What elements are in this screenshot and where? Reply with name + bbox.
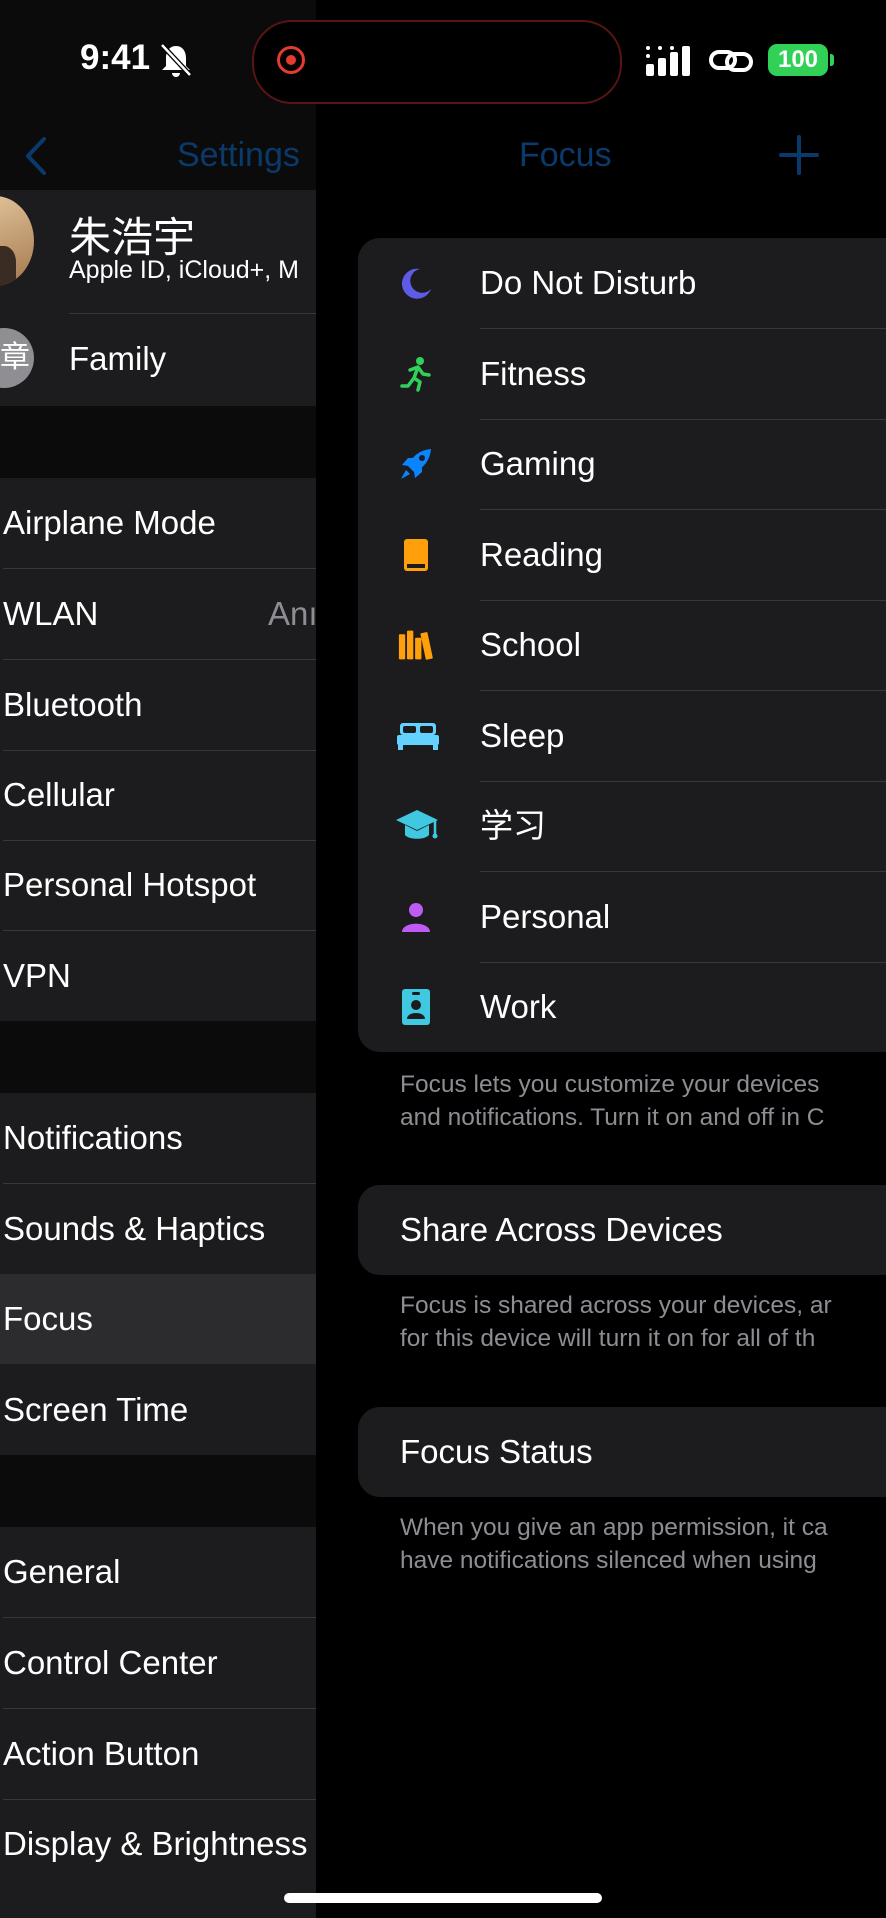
focus-label: Gaming (480, 445, 596, 482)
focus-modes-list: Do Not Disturb Fitness Gaming Reading Sc… (358, 238, 886, 1052)
row-label: General (3, 1553, 121, 1590)
focus-label: Do Not Disturb (480, 264, 697, 301)
dynamic-island[interactable] (252, 20, 622, 104)
family-label[interactable]: Family (69, 314, 166, 404)
focus-row-gaming[interactable]: Gaming (358, 419, 886, 509)
row-label: Focus (3, 1300, 93, 1337)
plus-icon (779, 135, 819, 175)
settings-row-notifications[interactable]: Notifications (0, 1093, 316, 1183)
battery-tip (830, 54, 834, 66)
focus-status-note: When you give an app permission, it ca h… (400, 1511, 886, 1577)
focus-row-do-not-disturb[interactable]: Do Not Disturb (358, 238, 886, 328)
focus-label: Personal (480, 898, 611, 935)
battery-indicator: 100 (768, 44, 828, 76)
moon-icon (398, 265, 434, 301)
focus-row-work[interactable]: Work (358, 962, 886, 1052)
book-icon (398, 537, 434, 573)
connectivity-group: Airplane Mode WLAN Anı Bluetooth Cellula… (0, 478, 316, 1021)
settings-row-focus[interactable]: Focus (0, 1274, 316, 1364)
bed-icon (396, 718, 440, 754)
focus-status-label: Focus Status (400, 1433, 593, 1470)
settings-row-display-brightness[interactable]: Display & Brightness (0, 1799, 316, 1889)
row-label: Screen Time (3, 1391, 189, 1428)
row-label: Bluetooth (3, 686, 143, 723)
add-focus-button[interactable] (778, 134, 820, 176)
note-line: have notifications silenced when using (400, 1547, 817, 1574)
settings-row-wlan[interactable]: WLAN Anı (0, 569, 316, 659)
row-label: Personal Hotspot (3, 866, 257, 903)
books-icon (398, 627, 434, 663)
focus-row-study[interactable]: 学习 (358, 781, 886, 871)
family-avatar-char: 章 (0, 341, 30, 374)
focus-row-sleep[interactable]: Sleep (358, 691, 886, 781)
focus-description: Focus lets you customize your devices an… (400, 1068, 886, 1134)
rocket-icon (398, 446, 434, 482)
attention-group: Notifications Sounds & Haptics Focus Scr… (0, 1093, 316, 1455)
avatar[interactable] (0, 196, 34, 286)
focus-row-fitness[interactable]: Fitness (358, 329, 886, 419)
row-label: Display & Brightness (3, 1825, 308, 1862)
focus-label: School (480, 626, 581, 663)
row-label: Airplane Mode (3, 504, 216, 541)
settings-row-vpn[interactable]: VPN (0, 931, 316, 1021)
settings-row-bluetooth[interactable]: Bluetooth (0, 660, 316, 750)
share-across-devices-row[interactable]: Share Across Devices (358, 1185, 886, 1275)
focus-description-line: and notifications. Turn it on and off in… (400, 1104, 825, 1131)
row-label: Sounds & Haptics (3, 1210, 266, 1247)
settings-row-airplane-mode[interactable]: Airplane Mode (0, 478, 316, 568)
profile-subtitle: Apple ID, iCloud+, M (69, 256, 299, 284)
focus-description-line: Focus lets you customize your devices (400, 1071, 820, 1098)
back-chevron-icon[interactable] (22, 135, 52, 177)
home-indicator[interactable] (284, 1893, 602, 1903)
status-time: 9:41 (80, 38, 151, 77)
row-label: Cellular (3, 776, 115, 813)
focus-row-school[interactable]: School (358, 600, 886, 690)
system-group: General Control Center Action Button Dis… (0, 1527, 316, 1918)
id-badge-icon (398, 989, 434, 1025)
nav-title-settings: Settings (177, 136, 300, 174)
silent-bell-icon (159, 42, 193, 78)
note-line: for this device will turn it on for all … (400, 1325, 816, 1352)
settings-row-cellular[interactable]: Cellular (0, 750, 316, 840)
settings-row-action-button[interactable]: Action Button (0, 1709, 316, 1799)
row-label: VPN (3, 957, 71, 994)
focus-label: 学习 (480, 807, 546, 844)
running-icon (398, 356, 434, 392)
graduation-cap-icon (394, 808, 440, 844)
profile-group: 朱浩宇 Apple ID, iCloud+, M 章 Family (0, 190, 316, 406)
settings-row-sounds-haptics[interactable]: Sounds & Haptics (0, 1184, 316, 1274)
focus-label: Sleep (480, 717, 565, 754)
settings-row-control-center[interactable]: Control Center (0, 1618, 316, 1708)
row-label: Notifications (3, 1119, 183, 1156)
settings-panel: Settings 朱浩宇 Apple ID, iCloud+, M 章 Fami… (0, 0, 316, 1918)
wlan-value: Anı (268, 595, 316, 632)
note-line: Focus is shared across your devices, ar (400, 1292, 832, 1319)
row-label: Control Center (3, 1644, 218, 1681)
focus-status-row[interactable]: Focus Status (358, 1407, 886, 1497)
row-label: WLAN (3, 595, 99, 632)
settings-row-screen-time[interactable]: Screen Time (0, 1365, 316, 1455)
row-label: Action Button (3, 1735, 200, 1772)
focus-label: Reading (480, 536, 603, 573)
settings-row-personal-hotspot[interactable]: Personal Hotspot (0, 840, 316, 930)
note-line: When you give an app permission, it ca (400, 1514, 828, 1541)
settings-row-general[interactable]: General (0, 1527, 316, 1617)
personal-hotspot-link-icon (708, 46, 754, 76)
person-icon (398, 899, 434, 935)
share-across-devices-note: Focus is shared across your devices, ar … (400, 1289, 886, 1355)
family-avatar[interactable]: 章 (0, 328, 34, 388)
focus-row-reading[interactable]: Reading (358, 510, 886, 600)
focus-label: Work (480, 988, 557, 1025)
focus-row-personal[interactable]: Personal (358, 872, 886, 962)
nav-title-focus: Focus (519, 136, 612, 174)
focus-label: Fitness (480, 355, 587, 392)
share-across-devices-label: Share Across Devices (400, 1211, 723, 1248)
recording-indicator-icon (277, 46, 305, 74)
cellular-signal-icon (646, 44, 694, 76)
